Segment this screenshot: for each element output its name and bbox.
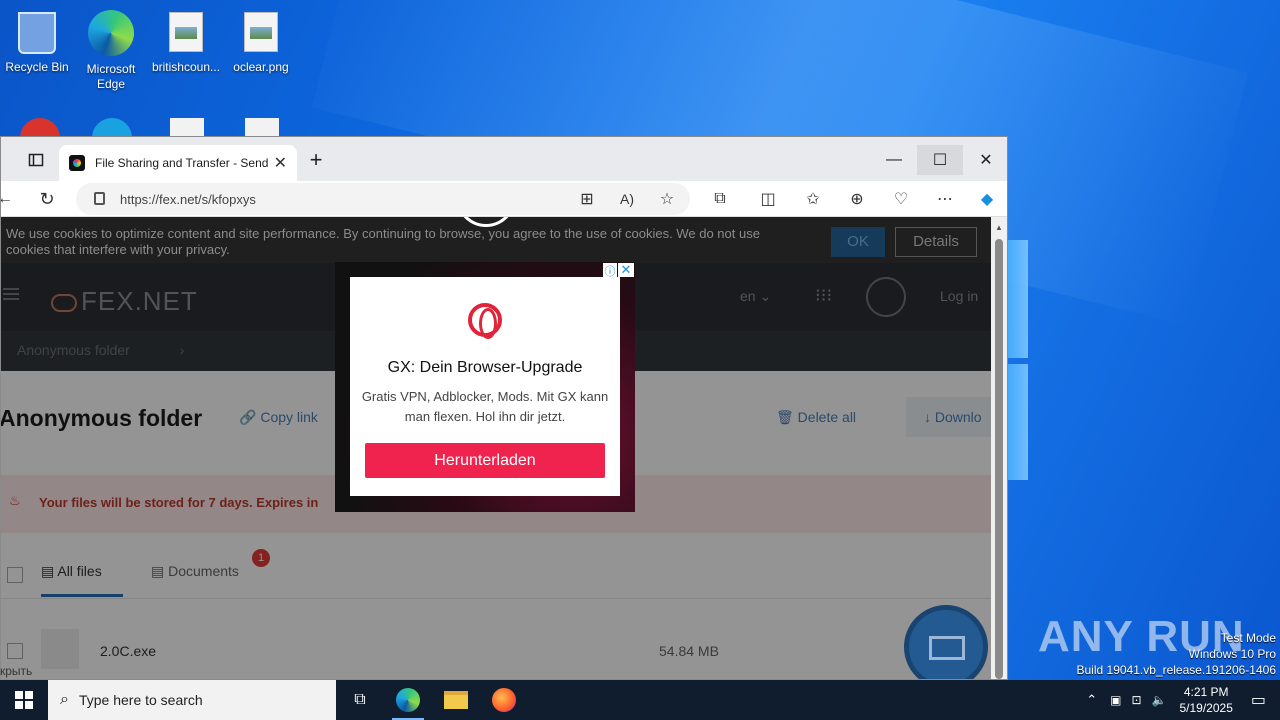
ad-card: GX: Dein Browser-Upgrade Gratis VPN, Adb… xyxy=(350,277,620,496)
desktop-icon-label: oclear.png xyxy=(233,60,289,74)
image-file-icon xyxy=(169,12,203,52)
desktop-icon-peek[interactable] xyxy=(20,118,60,138)
close-button[interactable]: ✕ xyxy=(963,145,1007,175)
ad-body: Gratis VPN, Adblocker, Mods. Mit GX kann… xyxy=(361,389,609,424)
envelope-icon xyxy=(929,636,965,660)
folder-icon xyxy=(444,691,468,709)
extensions-icon[interactable]: ⧉ xyxy=(708,188,732,210)
scrollbar-thumb[interactable] xyxy=(995,239,1003,679)
browser-essentials-icon[interactable]: ♡ xyxy=(889,188,913,210)
favorite-star-icon[interactable]: ☆ xyxy=(655,188,679,210)
ad-info-icon[interactable]: ⓘ xyxy=(603,263,617,278)
search-icon: ⌕ xyxy=(60,691,69,708)
app-available-icon[interactable]: ⊞ xyxy=(575,188,599,210)
split-screen-icon[interactable]: ◫ xyxy=(756,188,780,210)
start-button[interactable] xyxy=(0,680,48,720)
more-icon[interactable]: ⋯ xyxy=(933,188,957,210)
collections-icon[interactable]: ⊕ xyxy=(845,188,869,210)
volume-icon[interactable]: 🔈 xyxy=(1152,693,1167,707)
favorites-icon[interactable]: ✩ xyxy=(801,188,825,210)
recycle-bin-icon xyxy=(18,12,56,54)
taskbar-edge[interactable] xyxy=(384,680,432,720)
opera-gx-logo-icon xyxy=(468,303,502,339)
task-view-button[interactable]: ⧉ xyxy=(336,680,384,720)
profile-icon[interactable] xyxy=(1,145,7,175)
desktop-icon-peek[interactable] xyxy=(92,118,132,138)
edition-text: Windows 10 Pro xyxy=(1188,647,1276,661)
new-tab-button[interactable]: + xyxy=(293,145,339,175)
back-icon[interactable]: ← xyxy=(1,188,17,210)
refresh-icon[interactable]: ↻ xyxy=(35,188,59,210)
clock-time: 4:21 PM xyxy=(1183,685,1229,699)
desktop-icon-recycle-bin[interactable]: Recycle Bin xyxy=(0,4,74,75)
address-toolbar: ← ↻ https://fex.net/s/kfopxys ⊞ A) ☆ ⧉ ◫… xyxy=(1,181,1007,217)
tray-app-icon[interactable]: ▣ xyxy=(1110,693,1121,707)
tab-close-icon[interactable]: ✕ xyxy=(274,153,287,173)
desktop-icon-britishcouncil[interactable]: britishcoun... xyxy=(149,4,223,75)
taskbar-clock[interactable]: 4:21 PM 5/19/2025 xyxy=(1179,684,1232,716)
task-view-icon: ⧉ xyxy=(354,691,366,708)
url-text: https://fex.net/s/kfopxys xyxy=(120,191,256,207)
search-placeholder: Type here to search xyxy=(78,692,203,708)
maximize-button[interactable]: ☐ xyxy=(917,145,963,175)
windows-test-mode-info: Test Mode Windows 10 Pro Build 19041.vb_… xyxy=(1077,630,1277,678)
page-scrollbar[interactable]: ▲ xyxy=(991,217,1007,679)
edge-browser-window: File Sharing and Transfer - Send L ✕ + —… xyxy=(0,136,1008,680)
taskbar: ⌕ Type here to search ⧉ ⌃ ▣ ⊡ 🔈 4:21 PM … xyxy=(0,680,1280,720)
taskbar-file-explorer[interactable] xyxy=(432,680,480,720)
taskbar-firefox[interactable] xyxy=(480,680,528,720)
cookie-text: We use cookies to optimize content and s… xyxy=(6,226,760,257)
mail-fab-button[interactable] xyxy=(904,605,988,679)
minimize-button[interactable]: — xyxy=(871,145,917,175)
partial-text: крыть xyxy=(0,664,33,678)
lock-icon xyxy=(94,192,105,205)
test-mode-text: Test Mode xyxy=(1220,631,1276,645)
build-text: Build 19041.vb_release.191206-1406 xyxy=(1076,663,1277,677)
read-aloud-icon[interactable]: A) xyxy=(615,188,639,210)
desktop-icon-label: Microsoft Edge xyxy=(86,62,136,91)
browser-titlebar: File Sharing and Transfer - Send L ✕ + —… xyxy=(1,137,1007,181)
desktop-icon-peek[interactable] xyxy=(245,118,279,138)
scroll-up-icon[interactable]: ▲ xyxy=(995,223,1003,232)
network-icon[interactable]: ⊡ xyxy=(1131,693,1141,707)
tray-chevron-icon[interactable]: ⌃ xyxy=(1086,692,1097,708)
ad-close-icon[interactable]: ✕ xyxy=(618,263,634,277)
system-tray: ⌃ ▣ ⊡ 🔈 4:21 PM 5/19/2025 ▭ xyxy=(1078,680,1280,720)
browser-tab[interactable]: File Sharing and Transfer - Send L ✕ xyxy=(59,145,297,181)
edge-icon xyxy=(396,688,420,712)
cookie-ok-button[interactable]: OK xyxy=(831,227,885,257)
desktop-icon-label: Recycle Bin xyxy=(5,60,69,74)
ad-download-button[interactable]: Herunterladen xyxy=(365,443,605,478)
firefox-icon xyxy=(492,688,516,712)
desktop-icon-edge[interactable]: Microsoft Edge xyxy=(74,4,148,92)
notifications-icon[interactable]: ▭ xyxy=(1251,690,1266,710)
desktop-icon-oclear[interactable]: oclear.png xyxy=(224,4,298,75)
clock-date: 5/19/2025 xyxy=(1179,701,1233,715)
ad-title: GX: Dein Browser-Upgrade xyxy=(387,359,583,376)
taskbar-search-box[interactable]: ⌕ Type here to search xyxy=(48,680,336,720)
desktop-icon-peek[interactable] xyxy=(170,118,204,138)
copilot-icon[interactable]: ◆ xyxy=(975,188,999,210)
tab-title: File Sharing and Transfer - Send L xyxy=(95,156,268,170)
web-page: We use cookies to optimize content and s… xyxy=(1,217,991,679)
desktop-icon-label: britishcoun... xyxy=(151,60,221,74)
image-file-icon xyxy=(244,12,278,52)
edge-icon xyxy=(88,10,134,56)
tab-actions-icon[interactable] xyxy=(13,145,59,175)
cookie-details-button[interactable]: Details xyxy=(895,227,977,257)
windows-start-icon xyxy=(15,691,33,709)
fex-favicon-icon xyxy=(69,155,85,171)
